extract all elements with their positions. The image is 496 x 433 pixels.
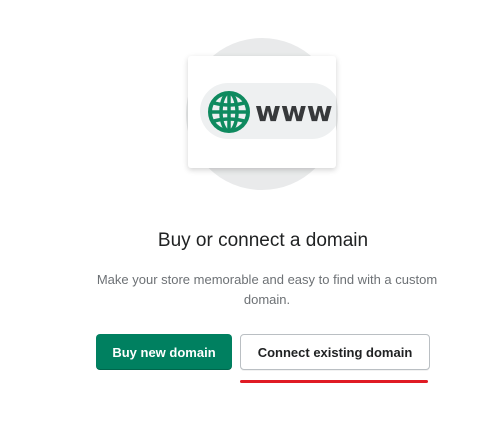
buy-new-domain-button[interactable]: Buy new domain [96, 334, 232, 370]
globe-icon [208, 91, 250, 133]
empty-state-description: Make your store memorable and easy to fi… [96, 272, 438, 307]
www-text: www [255, 95, 333, 128]
red-highlight-underline [240, 380, 428, 383]
domain-illustration: www [0, 0, 496, 200]
empty-state-title: Buy or connect a domain [157, 230, 369, 251]
illustration-card: www [188, 56, 336, 168]
connect-existing-domain-button[interactable]: Connect existing domain [240, 334, 430, 370]
